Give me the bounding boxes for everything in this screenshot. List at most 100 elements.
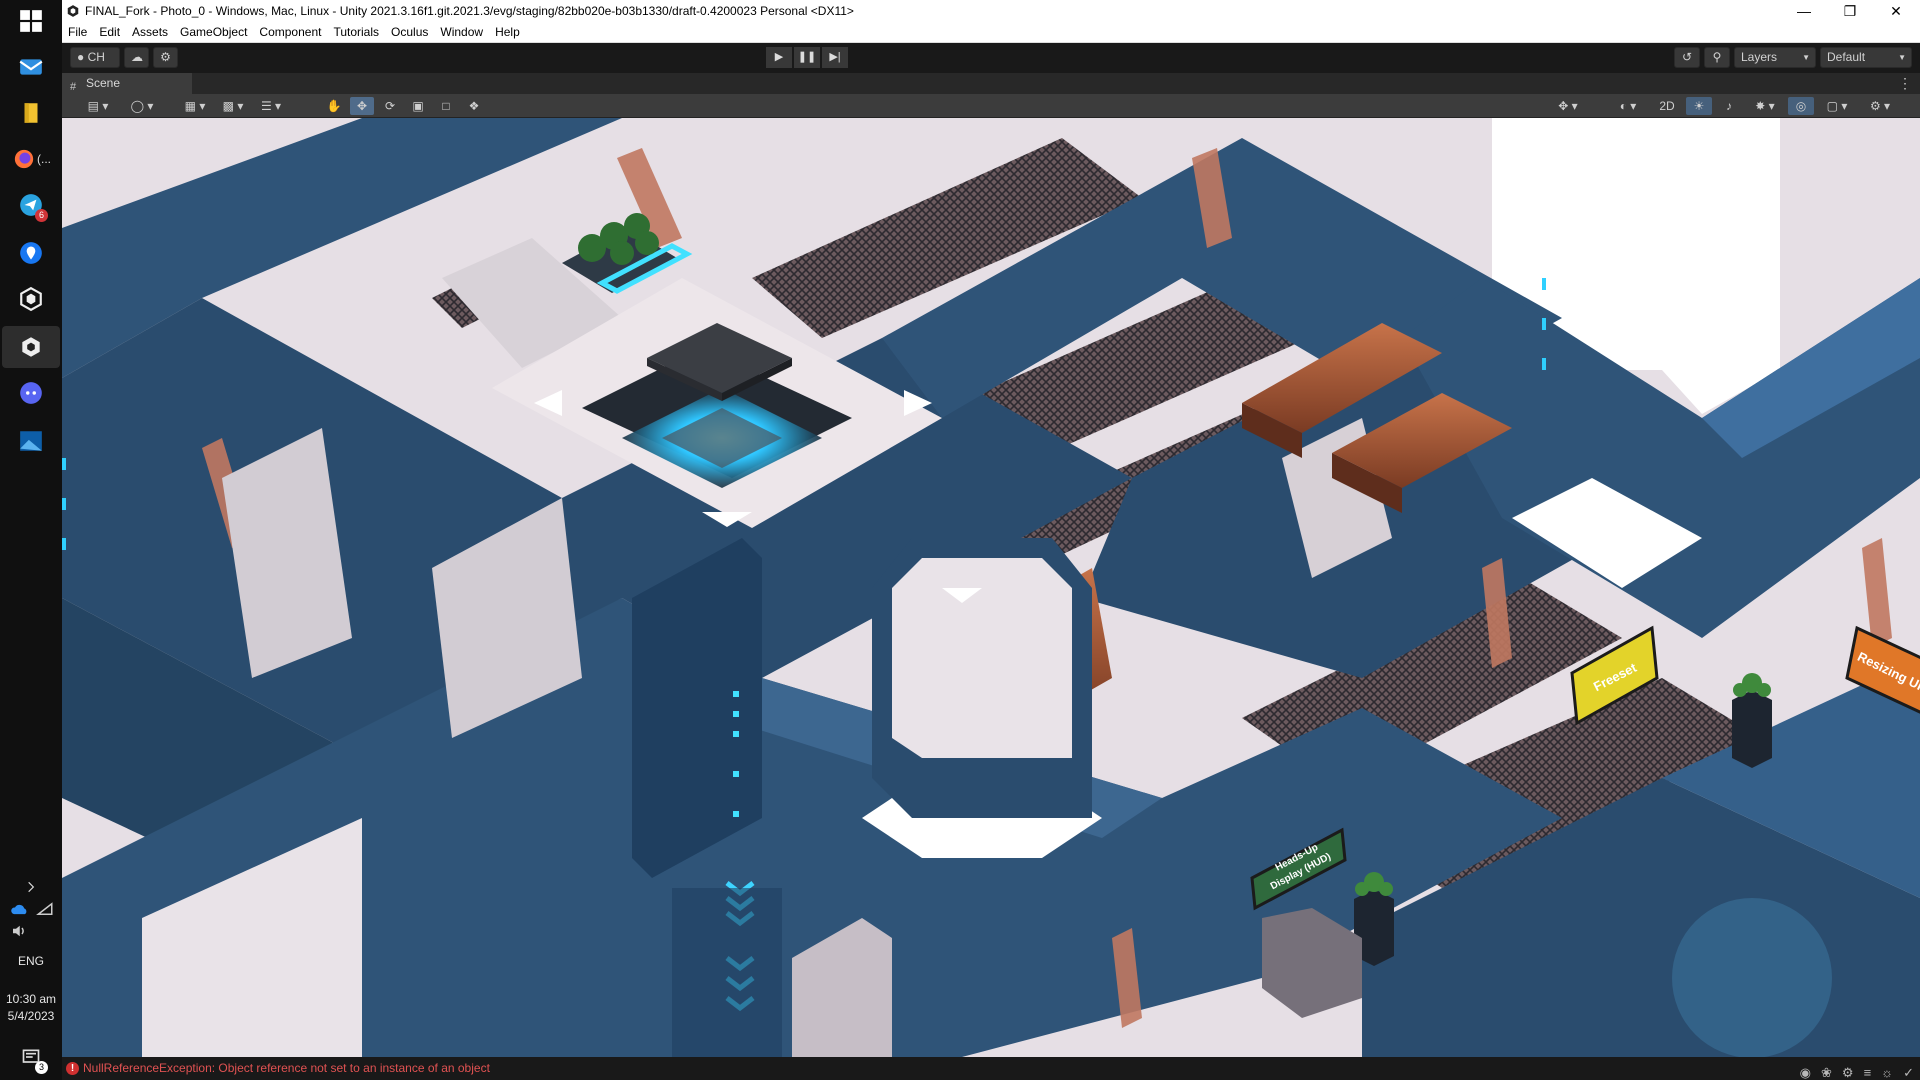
account-dropdown[interactable]: ● CH ▼ bbox=[70, 47, 120, 82]
discord-icon[interactable] bbox=[14, 376, 48, 410]
volume-icon[interactable] bbox=[10, 922, 28, 945]
scene-tab-label: Scene bbox=[86, 76, 121, 90]
gizmo-orientation-dropdown[interactable]: ✥ ▾ bbox=[1548, 97, 1588, 115]
close-button[interactable]: ✕ bbox=[1873, 0, 1919, 22]
error-icon: ! bbox=[66, 1062, 79, 1075]
unity-hub-icon[interactable] bbox=[14, 282, 48, 316]
search-icon: ⚲ bbox=[1712, 50, 1722, 64]
scene-viewport[interactable]: Freeset Resizing UI Heads-Up Display (HU… bbox=[62, 118, 1920, 1057]
notification-badge: 3 bbox=[35, 1061, 48, 1074]
file-explorer-icon[interactable] bbox=[14, 96, 48, 130]
clock-time[interactable]: 10:30 am bbox=[0, 992, 62, 1006]
screen: (... 6 ENG 10:30 am 5/4/2023 3 FINAL_For… bbox=[0, 0, 1920, 1080]
pause-icon: ❚❚ bbox=[797, 51, 817, 63]
wifi-icon[interactable] bbox=[36, 900, 54, 923]
history-icon: ↺ bbox=[1681, 50, 1693, 64]
pivot-icon: ✥ bbox=[1558, 99, 1569, 113]
shading-dropdown[interactable]: ◐ ▾ bbox=[1608, 97, 1648, 115]
effects-dropdown[interactable]: ✸ ▾ bbox=[1746, 97, 1784, 115]
pause-button[interactable]: ❚❚ bbox=[794, 47, 820, 68]
minimize-button[interactable]: — bbox=[1781, 0, 1827, 22]
align-dropdown[interactable]: ☰ ▾ bbox=[254, 97, 288, 115]
snap-increment-dropdown[interactable]: ▩ ▾ bbox=[216, 97, 250, 115]
menu-oculus[interactable]: Oculus bbox=[385, 22, 434, 43]
telegram-badge: 6 bbox=[35, 209, 48, 222]
move-icon: ✥ bbox=[356, 99, 368, 113]
menu-gameobject[interactable]: GameObject bbox=[174, 22, 253, 43]
rect-icon: □ bbox=[442, 99, 450, 113]
menu-bar: File Edit Assets GameObject Component Tutoria… bbox=[62, 22, 1920, 43]
scene-tab-row: # Scene ⋮ bbox=[62, 73, 1920, 94]
global-local-dropdown[interactable]: ◯ ▾ bbox=[122, 97, 162, 115]
menu-window[interactable]: Window bbox=[434, 22, 489, 43]
chevron-right-icon[interactable] bbox=[14, 870, 48, 904]
tab-scene[interactable]: # Scene bbox=[62, 73, 192, 94]
hidden-objects-toggle[interactable]: ◎ bbox=[1788, 97, 1814, 115]
search-button[interactable]: ⚲ bbox=[1704, 47, 1730, 68]
menu-tutorials[interactable]: Tutorials bbox=[327, 22, 385, 43]
cloud-button[interactable]: ☁ bbox=[124, 47, 149, 68]
cache-server-icon[interactable]: ◉ bbox=[1800, 1061, 1811, 1080]
progress-icon[interactable]: ≡ bbox=[1864, 1061, 1872, 1080]
unity-editor-icon[interactable] bbox=[2, 326, 60, 368]
layers-dropdown[interactable]: Layers ▼ bbox=[1734, 47, 1816, 68]
more-options-icon[interactable]: ⋮ bbox=[1898, 73, 1912, 94]
unity-logo-icon bbox=[67, 5, 79, 17]
rect-tool-button[interactable]: □ bbox=[434, 97, 458, 115]
menu-help[interactable]: Help bbox=[489, 22, 526, 43]
light-bulb-icon: ☀ bbox=[1693, 99, 1705, 113]
rotate-tool-button[interactable]: ⟳ bbox=[378, 97, 402, 115]
menu-edit[interactable]: Edit bbox=[93, 22, 126, 43]
scale-tool-button[interactable]: ▣ bbox=[406, 97, 430, 115]
cloud-icon: ☁ bbox=[131, 50, 143, 64]
account-label: CH bbox=[87, 50, 105, 64]
notifications-icon[interactable]: 3 bbox=[14, 1040, 48, 1074]
menu-component[interactable]: Component bbox=[253, 22, 327, 43]
globe-icon: ◯ bbox=[130, 99, 145, 113]
speaker-icon: ♪ bbox=[1726, 99, 1732, 113]
maximize-button[interactable]: ❐ bbox=[1827, 0, 1873, 22]
windows-taskbar: (... 6 ENG 10:30 am 5/4/2023 3 bbox=[0, 0, 62, 1080]
toggle-2d-button[interactable]: 2D bbox=[1652, 97, 1682, 115]
clock-date[interactable]: 5/4/2023 bbox=[0, 1009, 62, 1023]
collab-button[interactable]: ⚙ bbox=[153, 47, 178, 68]
telegram-icon[interactable]: 6 bbox=[14, 188, 48, 222]
hand-tool-button[interactable]: ✋ bbox=[322, 97, 346, 115]
bug-icon[interactable]: ⚙ bbox=[1842, 1061, 1854, 1080]
menu-file[interactable]: File bbox=[62, 22, 93, 43]
undo-history-button[interactable]: ↺ bbox=[1674, 47, 1700, 68]
firefox-icon[interactable]: (... bbox=[4, 142, 60, 176]
maps-icon[interactable] bbox=[14, 236, 48, 270]
mail-icon[interactable] bbox=[14, 50, 48, 84]
transform-tool-button[interactable]: ❖ bbox=[462, 97, 486, 115]
hand-icon: ✋ bbox=[326, 99, 342, 113]
camera-dropdown[interactable]: ▢ ▾ bbox=[1818, 97, 1856, 115]
debug-mode-icon[interactable]: ❀ bbox=[1821, 1061, 1832, 1080]
console-error-message[interactable]: NullReferenceException: Object reference… bbox=[83, 1057, 490, 1080]
sphere-icon: ◐ bbox=[1619, 99, 1627, 113]
play-button[interactable]: ▶ bbox=[766, 47, 792, 68]
step-button[interactable]: ▶| bbox=[822, 47, 848, 68]
status-bar[interactable]: ! NullReferenceException: Object referen… bbox=[62, 1057, 1920, 1080]
snap-icon: ▩ bbox=[222, 99, 234, 113]
chevron-down-icon: ▼ bbox=[1802, 53, 1810, 62]
gizmos-dropdown[interactable]: ⚙ ▾ bbox=[1860, 97, 1900, 115]
eye-slash-icon: ◎ bbox=[1795, 99, 1807, 113]
main-toolbar: ● CH ▼ ☁ ⚙ ▶ ❚❚ ▶| ↺ ⚲ Layers ▼ Default … bbox=[62, 43, 1920, 82]
move-tool-button[interactable]: ✥ bbox=[350, 97, 374, 115]
collab-icon: ⚙ bbox=[160, 50, 171, 64]
menu-assets[interactable]: Assets bbox=[126, 22, 174, 43]
grid-snap-dropdown[interactable]: ▦ ▾ bbox=[178, 97, 212, 115]
windows-start-icon[interactable] bbox=[14, 4, 48, 38]
layout-dropdown[interactable]: Default ▼ bbox=[1820, 47, 1912, 68]
photos-icon[interactable] bbox=[14, 424, 48, 458]
settings-icon[interactable]: ✓ bbox=[1903, 1061, 1914, 1080]
scene-render: Freeset Resizing UI Heads-Up Display (HU… bbox=[62, 118, 1920, 1057]
title-bar: FINAL_Fork - Photo_0 - Windows, Mac, Lin… bbox=[62, 0, 1920, 22]
audio-toggle[interactable]: ♪ bbox=[1716, 97, 1742, 115]
input-language[interactable]: ENG bbox=[0, 954, 62, 968]
lighting-toggle[interactable]: ☀ bbox=[1686, 97, 1712, 115]
draw-mode-dropdown[interactable]: ▤ ▾ bbox=[78, 97, 118, 115]
effects-icon: ✸ bbox=[1755, 99, 1766, 113]
auto-generate-lighting-icon[interactable]: ☼ bbox=[1881, 1061, 1893, 1080]
